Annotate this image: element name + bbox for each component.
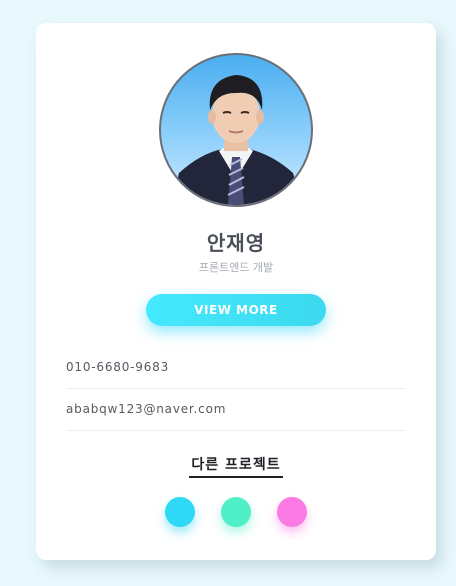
profile-name: 안재영	[206, 231, 266, 255]
other-projects-heading: 다른 프로젝트	[36, 454, 436, 478]
person-photo-icon	[171, 75, 303, 205]
project-dot-2[interactable]	[221, 497, 251, 527]
other-projects-link[interactable]: 다른 프로젝트	[189, 454, 283, 478]
profile-role: 프론트엔드 개발	[198, 261, 274, 274]
email-address: ababqw123@naver.com	[66, 389, 406, 431]
profile-card: 안재영 프론트엔드 개발 VIEW MORE 010-6680-9683 aba…	[36, 23, 436, 560]
view-more-button[interactable]: VIEW MORE	[146, 294, 326, 326]
project-dot-1[interactable]	[165, 497, 195, 527]
profile-photo	[159, 53, 313, 207]
project-dot-3[interactable]	[277, 497, 307, 527]
phone-number: 010-6680-9683	[66, 347, 406, 389]
